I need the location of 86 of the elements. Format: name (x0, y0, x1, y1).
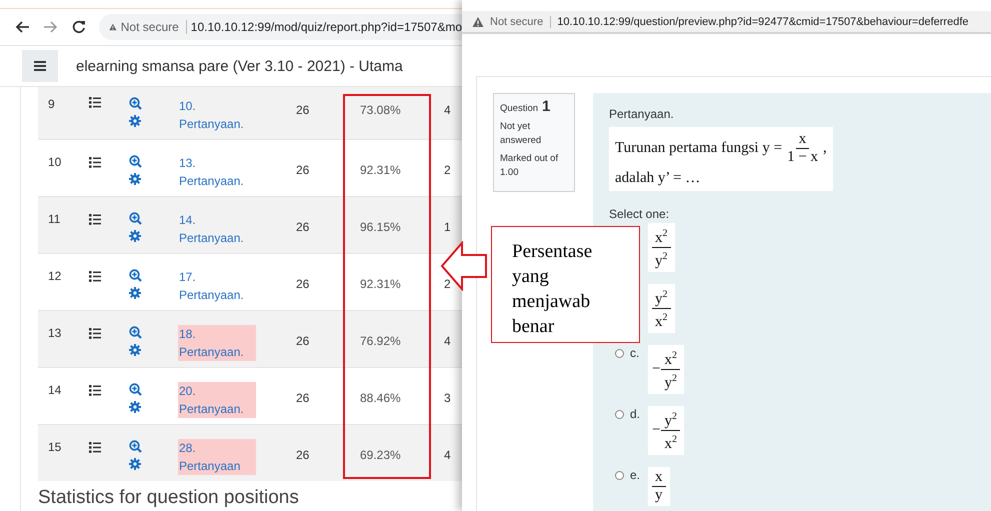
security-label: Not secure (490, 16, 552, 28)
warning-icon (109, 21, 117, 33)
formula-image[interactable]: y$^{2}$ x$^{2}$ (648, 284, 674, 333)
section-heading: Statistics for question positions (38, 487, 300, 509)
table-cell-text: 12 (47, 268, 62, 285)
back-icon[interactable] (14, 20, 30, 34)
forward-icon[interactable] (43, 20, 59, 34)
zoom-in-icon[interactable] (129, 440, 142, 453)
table-cell-text: 4 (444, 333, 451, 350)
formula-image[interactable]: x$^{2}$ y$^{2}$ (648, 223, 674, 272)
warning-icon (472, 16, 484, 28)
list-icon[interactable] (89, 157, 101, 168)
zoom-in-icon[interactable] (129, 155, 142, 168)
table-cell-text: 11 (47, 211, 62, 228)
table-cell-text: 4 (444, 447, 451, 464)
table-cell-text: 92.31% (359, 162, 402, 179)
address-bar[interactable]: Not secure 10.10.10.12:99/mod/quiz/report.php?id=17507&mo (99, 14, 462, 40)
question-link[interactable]: 17. Pertanyaan. (178, 268, 256, 304)
security-label: Not secure (120, 20, 187, 34)
table-cell-text: 73.08% (359, 102, 402, 119)
question-link[interactable]: 13. Pertanyaan. (178, 154, 256, 190)
table-cell-text: 10 (47, 154, 62, 171)
list-icon[interactable] (89, 385, 101, 396)
question-label: Question (500, 102, 538, 116)
list-icon[interactable] (89, 442, 101, 453)
question-number: 1 (542, 100, 550, 114)
gear-icon[interactable] (129, 173, 141, 185)
zoom-in-icon[interactable] (129, 212, 142, 225)
table-cell-text: 26 (295, 390, 310, 407)
zoom-in-icon[interactable] (129, 97, 142, 110)
question-link[interactable]: 10. Pertanyaan. (178, 97, 256, 133)
table-cell-text: 14 (47, 382, 62, 399)
list-icon[interactable] (89, 97, 101, 108)
reload-icon[interactable] (72, 20, 86, 34)
table-cell-text: 3 (444, 390, 451, 407)
table-cell-text: 26 (295, 102, 310, 119)
table-cell-text: 69.23% (359, 447, 402, 464)
table-cell-text: 26 (295, 447, 310, 464)
list-icon[interactable] (89, 271, 101, 282)
gear-icon[interactable] (129, 344, 141, 356)
zoom-in-icon[interactable] (129, 269, 142, 282)
table-cell-text: 76.92% (359, 333, 402, 350)
prompt-text: Select one: (609, 207, 670, 221)
table-cell-text: 26 (295, 276, 310, 293)
zoom-in-icon[interactable] (129, 383, 142, 396)
address-bar[interactable]: Not secure 10.10.10.12:99/question/preview.php?id=92477&cmid=17507&behaviour=deferredfe (462, 11, 991, 34)
menu-button[interactable] (22, 50, 58, 82)
table-cell-text: 4 (444, 102, 451, 119)
list-icon[interactable] (89, 214, 101, 225)
question-link[interactable]: 14. Pertanyaan. (178, 211, 256, 247)
site-title: elearning smansa pare (Ver 3.10 - 2021) - Utama (76, 58, 403, 74)
mark-text: Marked out of 1.00 (500, 152, 560, 180)
table-cell-text: 26 (295, 162, 310, 179)
state-text: Not yet answered (500, 120, 542, 148)
radio-button[interactable] (615, 349, 624, 358)
gear-icon[interactable] (129, 287, 141, 299)
table-cell-text: 2 (444, 276, 451, 293)
gear-icon[interactable] (129, 115, 141, 127)
formula-image[interactable]: x y (648, 467, 670, 506)
list-icon[interactable] (89, 328, 101, 339)
table-cell-text: 92.31% (359, 276, 402, 293)
option-label[interactable]: c. (630, 346, 648, 360)
table-cell-text: 9 (47, 96, 56, 113)
question-text: Pertanyaan. (609, 107, 675, 121)
gear-icon[interactable] (129, 230, 141, 242)
table-cell-text: 96.15% (359, 219, 402, 236)
formula-image[interactable]: − x$^{2}$ y$^{2}$ (648, 345, 684, 394)
table-cell-text: 88.46% (359, 390, 402, 407)
table-cell-text: 26 (295, 219, 310, 236)
url-text: 10.10.10.12:99/question/preview.php?id=92477&cmid=17507&behaviour=deferredfe (557, 16, 968, 28)
formula-image[interactable]: − y$^{2}$ x$^{2}$ (648, 406, 684, 455)
table-cell-text: 1 (444, 219, 451, 236)
menu-icon (34, 61, 46, 71)
gear-icon[interactable] (129, 458, 141, 470)
url-text: 10.10.10.12:99/mod/quiz/report.php?id=17507&mo (190, 20, 462, 34)
radio-button[interactable] (615, 410, 624, 419)
radio-button[interactable] (615, 471, 624, 480)
callout: Persentase yang menjawab benar (491, 226, 640, 343)
gear-icon[interactable] (129, 401, 141, 413)
table-cell-text: 13 (47, 325, 62, 342)
table-cell-text: 2 (444, 162, 451, 179)
option-label[interactable]: e. (630, 468, 648, 482)
zoom-in-icon[interactable] (129, 326, 142, 339)
table-cell-text: 15 (47, 439, 62, 456)
option-label[interactable]: d. (630, 407, 648, 421)
table-cell-text: 26 (295, 333, 310, 350)
